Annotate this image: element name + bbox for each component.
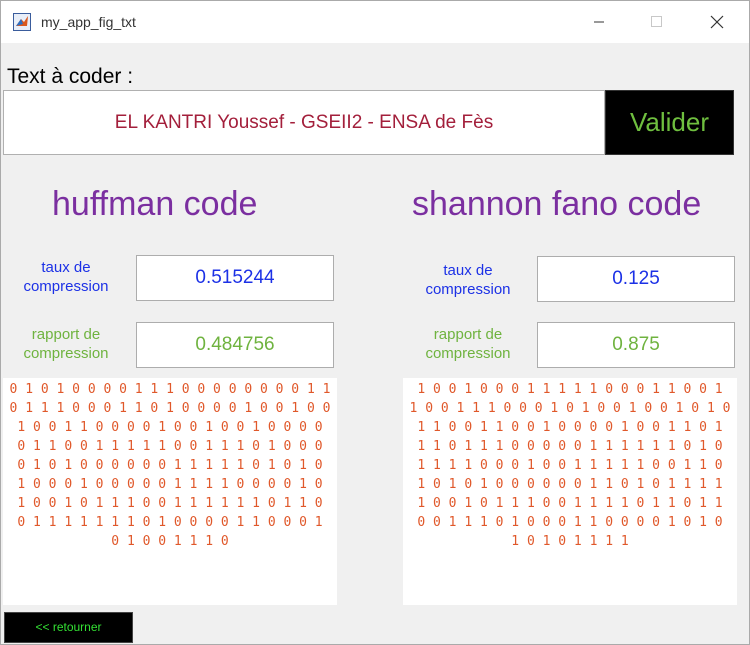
minimize-icon [594, 21, 604, 23]
shannon-title: shannon fano code [412, 185, 702, 223]
app-window: my_app_fig_txt Text à coder : EL KANTRI … [0, 0, 750, 645]
shannon-rapport-label: rapport de compression [425, 326, 511, 362]
back-button[interactable]: << retourner [4, 612, 133, 643]
code-line: 0 1 0 1 0 0 0 0 1 1 1 0 0 0 0 0 0 0 0 1 … [9, 382, 331, 397]
code-line: 1 0 0 1 1 1 0 0 0 1 0 1 0 0 1 0 0 1 0 1 … [409, 401, 731, 416]
code-line: 1 1 0 0 1 1 0 0 1 0 0 0 0 1 0 0 1 1 0 1 [417, 420, 723, 435]
huffman-taux-value[interactable]: 0.515244 [136, 255, 334, 301]
code-line: 0 1 1 0 0 1 1 1 1 1 0 0 1 1 1 0 1 0 0 0 [17, 439, 323, 454]
code-line: 1 0 0 0 1 0 0 0 0 0 1 1 1 1 0 0 0 0 1 0 [17, 477, 323, 492]
shannon-code-output[interactable]: 1 0 0 1 0 0 0 1 1 1 1 1 0 0 0 1 1 0 0 1 … [403, 378, 737, 605]
window-title: my_app_fig_txt [41, 14, 136, 30]
huffman-code-output[interactable]: 0 1 0 1 0 0 0 0 1 1 1 0 0 0 0 0 0 0 0 1 … [3, 378, 337, 605]
huffman-rapport-value[interactable]: 0.484756 [136, 322, 334, 368]
code-line: 1 0 0 1 1 0 0 0 0 1 0 0 1 0 0 1 0 0 0 0 [17, 420, 323, 435]
shannon-rapport-value[interactable]: 0.875 [537, 322, 735, 368]
code-line: 0 1 1 1 0 0 0 1 1 0 1 0 0 0 0 1 0 0 1 0 … [9, 401, 331, 416]
code-line: 0 1 1 1 1 1 1 1 0 1 0 0 0 0 1 1 0 0 0 1 [17, 515, 323, 530]
close-button[interactable] [687, 1, 747, 43]
huffman-title: huffman code [52, 185, 258, 223]
minimize-button[interactable] [569, 1, 629, 43]
code-line: 1 0 0 1 0 1 1 1 0 0 1 1 1 1 1 1 0 1 1 0 [17, 496, 323, 511]
code-line: 0 1 0 1 0 0 0 0 0 0 1 1 1 1 1 0 1 0 1 0 [17, 458, 323, 473]
code-line: 1 1 0 1 1 1 0 0 0 0 0 1 1 1 1 1 1 0 1 0 [417, 439, 723, 454]
shannon-taux-label: taux de compression [425, 262, 511, 298]
text-input-field[interactable]: EL KANTRI Youssef - GSEII2 - ENSA de Fès [3, 90, 605, 155]
code-line: 1 1 1 1 0 0 0 1 0 0 1 1 1 1 1 0 0 1 1 0 [417, 458, 723, 473]
matlab-icon [13, 13, 31, 31]
input-label: Text à coder : [7, 65, 134, 88]
close-icon [710, 15, 724, 29]
valider-button[interactable]: Valider [605, 90, 734, 155]
huffman-taux-label: taux de compression [23, 259, 109, 295]
title-bar: my_app_fig_txt [1, 1, 749, 43]
code-line: 0 0 1 1 1 0 1 0 0 0 1 1 0 0 0 0 1 0 1 0 [417, 515, 723, 530]
code-line: 1 0 0 1 0 0 0 1 1 1 1 1 0 0 0 1 1 0 0 1 [417, 382, 723, 397]
maximize-icon [651, 16, 662, 27]
text-input-value[interactable]: EL KANTRI Youssef - GSEII2 - ENSA de Fès [4, 91, 604, 154]
code-line: 0 1 0 0 1 1 1 0 [111, 534, 229, 549]
huffman-rapport-label: rapport de compression [23, 326, 109, 362]
maximize-button[interactable] [627, 1, 687, 43]
shannon-taux-value[interactable]: 0.125 [537, 256, 735, 302]
code-line: 1 0 1 0 1 1 1 1 [511, 534, 629, 549]
code-line: 1 0 1 0 1 0 0 0 0 0 0 1 1 0 1 0 1 1 1 1 [417, 477, 723, 492]
code-line: 1 0 0 1 0 1 1 1 0 0 1 1 1 1 0 1 1 0 1 1 [417, 496, 723, 511]
